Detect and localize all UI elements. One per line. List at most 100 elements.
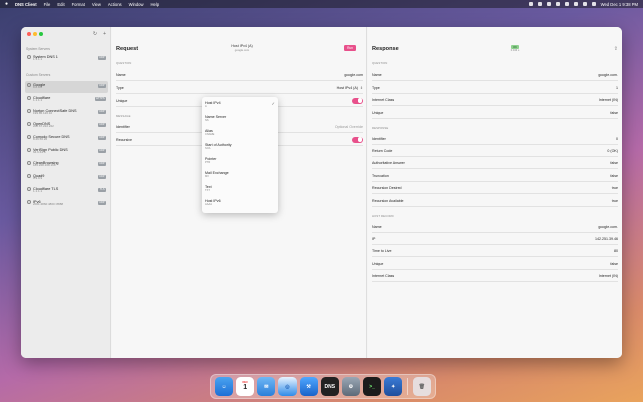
resp-value: 1 [616,85,618,90]
status-icon[interactable] [546,2,551,6]
sidebar-item-system-dns-1[interactable]: System DNS 1 1.1.1.1 UDP [25,53,108,65]
resp-row: Identifier 0 [372,133,618,145]
status-icon[interactable] [555,2,560,6]
resp-row: Unique false [372,107,618,119]
menu-app[interactable]: DNS Client [15,2,37,7]
sidebar-item-norton[interactable]: Norton ConnectSafe DNS 199.85.126.10 UDP [25,107,108,119]
status-icon[interactable] [564,2,569,6]
server-icon [27,161,31,165]
xcode-icon[interactable]: ⚒ [299,377,318,396]
dropdown-item-text[interactable]: Text TXT [202,184,278,198]
chevron-updown-icon[interactable]: ⇕ [360,86,363,90]
recursive-toggle[interactable] [352,136,363,143]
trash-icon[interactable]: 🗑 [412,377,431,396]
calendar-icon[interactable]: DEC 1 [236,377,255,396]
menu-window[interactable]: Window [129,2,144,7]
sidebar-item-comodo[interactable]: Comodo Secure DNS 8.26.56.26 UDP [25,133,108,145]
sidebar-item-cloudflare[interactable]: Cloudflare 1.1.1.1 HTTPS [25,94,108,106]
control-center-icon[interactable] [591,2,596,6]
server-icon [27,187,31,191]
dropdown-item-code: AAAA [205,203,212,207]
server-address: 2001:4860:4860::8888 [33,202,64,207]
server-address: 8.8.8.8 [33,85,43,90]
calendar-day: 1 [243,384,248,392]
refresh-icon[interactable]: ↻ [93,31,97,37]
resp-row: Return Code 0 (OK) [372,145,618,157]
dropdown-item-host-ipv6[interactable]: Host IPv6 AAAA [202,198,278,212]
minimize-window-button[interactable] [33,32,37,36]
resp-label: Internet Class [372,273,395,278]
menu-help[interactable]: Help [151,2,160,7]
wifi-icon[interactable] [573,2,578,6]
protocol-badge: TLS [98,188,106,192]
resp-value: Internet (IN) [598,273,618,278]
type-dropdown-menu: Host IPv4 A ✓ Name Server NS Alias CNAME St… [202,97,278,213]
menu-view[interactable]: View [92,2,101,7]
sidebar-item-ipv6[interactable]: IPv6 2001:4860:4860::8888 UDP [25,198,108,210]
dropdown-item-soa[interactable]: Start of Authority SOA [202,142,278,156]
sidebar-item-opendns[interactable]: OpenDNS 208.67.222.222 UDP [25,120,108,132]
question-section-label: Question [116,61,132,65]
search-icon[interactable] [582,2,587,6]
system-preferences-icon[interactable]: ⚙ [341,377,360,396]
dropdown-item-mail-exchange[interactable]: Mail Exchange MX [202,170,278,184]
resp-label: Name [372,72,382,77]
unique-toggle[interactable] [352,97,363,104]
menu-file[interactable]: File [44,2,51,7]
resp-row: Name google.com. [372,221,618,233]
dns-client-label: DNS [324,383,336,390]
menu-edit[interactable]: Edit [57,2,64,7]
name-row[interactable]: Name google.com [116,69,363,81]
protocol-badge: UDP [97,56,106,60]
type-label: Type [116,85,124,90]
sidebar-item-google[interactable]: Google 8.8.8.8 UDP [25,81,108,93]
type-row[interactable]: Type Host IPv4 (A) ⇕ [116,82,363,94]
mail-icon[interactable]: ✉ [257,377,276,396]
add-server-icon[interactable]: + [103,31,106,37]
status-icon[interactable] [528,2,533,6]
dropdown-item-name-server[interactable]: Name Server NS [202,114,278,128]
resp-row: Time to Live 80 [372,245,618,257]
run-button[interactable]: Run [344,45,356,51]
server-icon [27,55,31,59]
server-icon [27,174,31,178]
resp-label: Type [372,85,380,90]
dropdown-item-code: TXT [205,189,210,193]
identifier-field[interactable]: Optional Override [335,125,363,129]
menu-format[interactable]: Format [72,2,85,7]
name-field[interactable]: google.com [344,73,363,77]
sidebar-item-quad9[interactable]: Quad9 9.9.9.9 UDP [25,172,108,184]
menu-actions[interactable]: Actions [108,2,122,7]
finder-icon[interactable]: ☺ [215,377,234,396]
type-select[interactable]: Host IPv4 (A) [337,86,358,90]
share-icon[interactable]: ⇪ [614,46,618,52]
safari-icon[interactable]: ◎ [278,377,297,396]
resp-value: Internet (IN) [598,97,618,102]
resp-label: Unique [372,261,384,266]
server-address: 9.9.9.9 [33,176,43,181]
response-pane: Response OK 0.043 s ⇪ Question Name googl… [368,27,622,358]
close-window-button[interactable] [27,32,31,36]
sidebar: ↻ + System Servers System DNS 1 1.1.1.1 U… [21,27,111,358]
protocol-badge: UDP [97,110,106,114]
server-address: 64.6.64.6 [33,150,46,155]
sidebar-item-cloudflare-tls[interactable]: Cloudflare TLS 1.1.1.1 TLS [25,185,108,197]
resp-value: true [611,198,618,203]
status-icon[interactable] [537,2,542,6]
zoom-window-button[interactable] [39,32,43,36]
resp-value: false [610,110,618,115]
xcode-instruments-icon[interactable]: ✦ [384,377,403,396]
resp-label: Recursion Available [372,198,404,203]
resp-value: false [610,173,618,178]
dropdown-item-host-ipv4[interactable]: Host IPv4 A ✓ [202,100,278,114]
resp-row: Type 1 [372,82,618,94]
sidebar-item-verisign[interactable]: VeriSign Public DNS 64.6.64.6 UDP [25,146,108,158]
terminal-icon[interactable]: >_ [362,377,382,396]
apple-menu-icon[interactable]: ● [5,1,10,7]
sidebar-item-cleanbrowsing[interactable]: CleanBrowsing 185.228.168.168 UDP [25,159,108,171]
menubar-clock[interactable]: Wed Dec 1 9:38 PM [601,2,638,7]
dropdown-item-alias[interactable]: Alias CNAME [202,128,278,142]
resp-row: Unique false [372,258,618,270]
dropdown-item-pointer[interactable]: Pointer PTR [202,156,278,170]
dns-client-icon[interactable]: DNS [320,377,339,396]
